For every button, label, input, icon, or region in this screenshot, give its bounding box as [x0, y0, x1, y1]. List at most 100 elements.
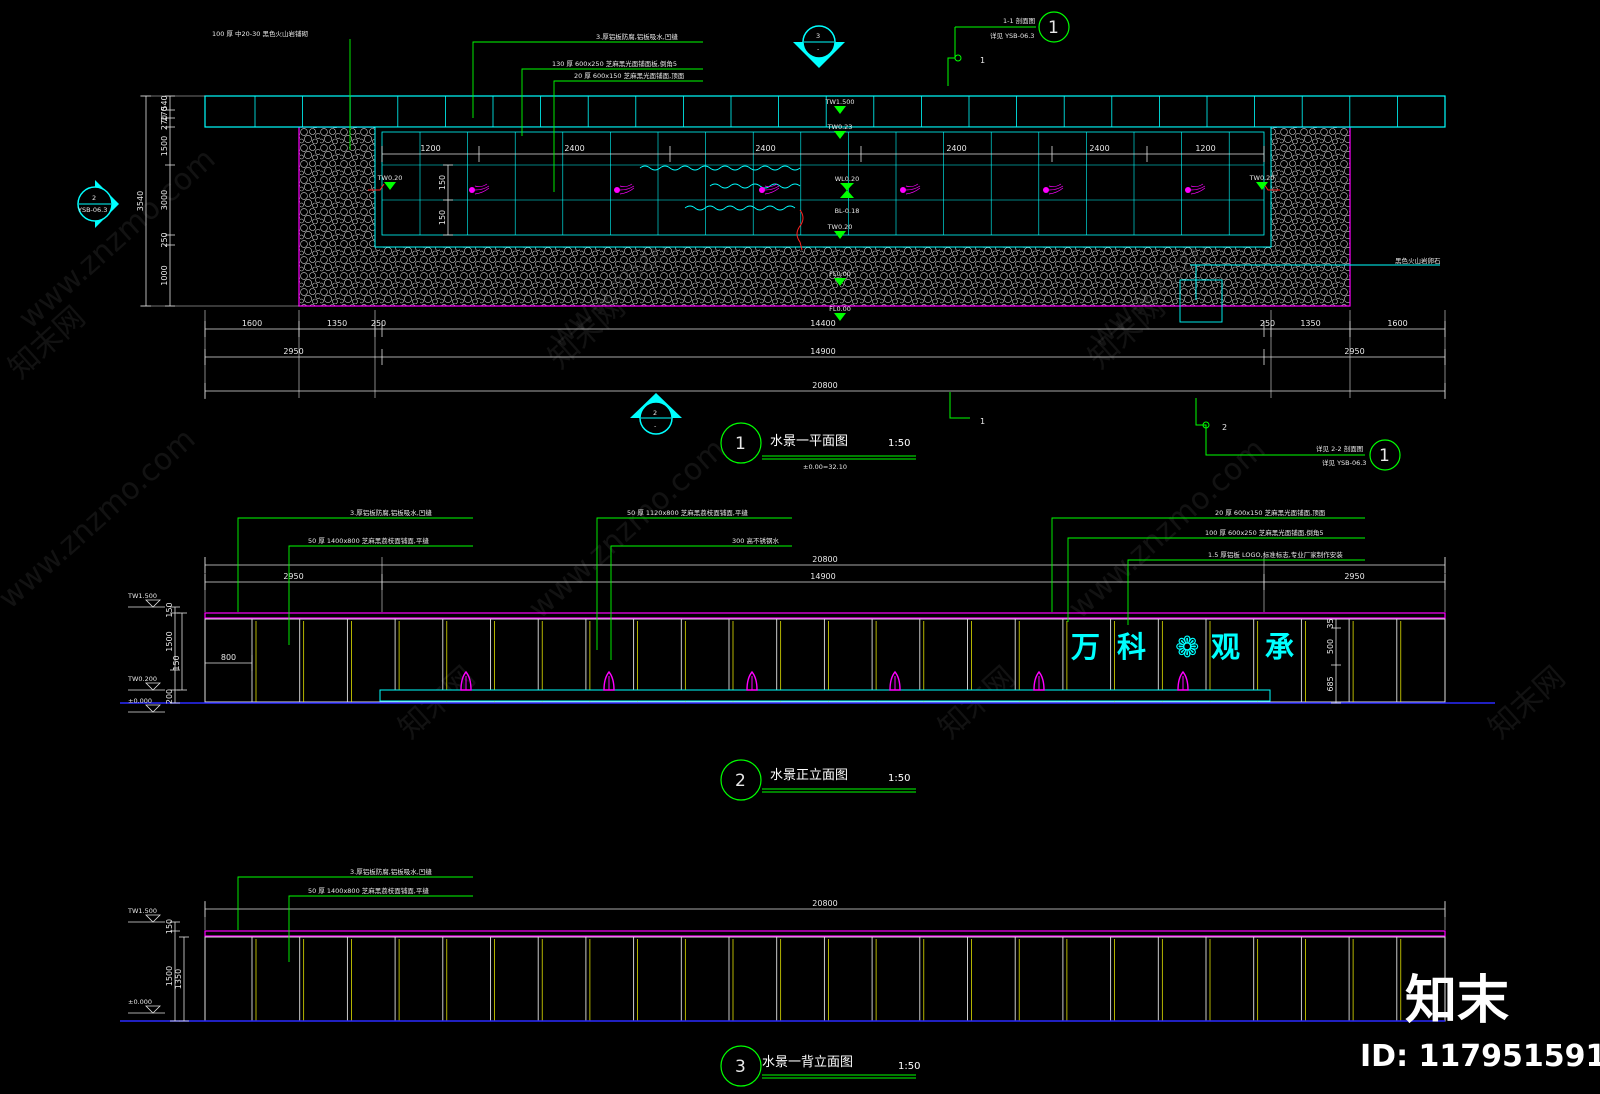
dimension-label: 2400	[946, 144, 966, 153]
dimension-label: 1600	[242, 319, 262, 328]
dimension-label: 1500	[160, 136, 169, 156]
leader-line	[610, 545, 792, 660]
fountain-nozzle	[1185, 187, 1191, 193]
dimension-label: 250	[160, 232, 169, 247]
cut-label: 1	[980, 417, 985, 426]
leader-label: 100 厚 中20-30 黑色火山岩铺砌	[212, 29, 308, 38]
dimension-label: 1350	[1300, 319, 1320, 328]
section-tag-sheet: 详见 YSB-06.3	[1322, 458, 1366, 467]
level-label: BL-0.18	[835, 207, 860, 215]
dimension-label: 1500	[165, 966, 174, 986]
section-tag-number: 1	[1048, 18, 1059, 38]
level-label: WL0.20	[835, 175, 860, 183]
level-triangle	[145, 914, 161, 923]
back-leader-notes: 3.厚铝板防腐,铝板吸水,凹缝 50 厚 1400x800 芝麻黑荔枝面铺面,平缝	[237, 867, 473, 962]
dimension-label: 2400	[755, 144, 775, 153]
wall-cap-strip	[204, 930, 1446, 937]
dimension-label: 14900	[810, 572, 835, 581]
dimension-label: 685	[1326, 676, 1335, 691]
plan-drawing: TW1.500 TW0.23 WL0.20 BL-0.18 TW0.20 FL0.00 FL…	[77, 11, 1446, 471]
front-title-block: 2 水景正立面图 1:50	[720, 759, 916, 801]
leader-label: 50 厚 1400x800 芝麻黑荔枝面铺面,平缝	[308, 536, 429, 545]
dimension-label: 150	[172, 655, 181, 670]
dimension-label: 2950	[1344, 572, 1364, 581]
elevation-symbol-3: 3 -	[793, 25, 845, 68]
logo-character: ❁	[1175, 630, 1199, 664]
dimension-label: 2400	[1089, 144, 1109, 153]
logo-character: 科	[1117, 630, 1146, 664]
back-title-block: 3 水景一背立面图 1:50	[720, 1045, 920, 1087]
dimension-label: 1200	[1195, 144, 1215, 153]
level-label: TW0.20	[1249, 174, 1275, 182]
level-triangle	[145, 599, 161, 608]
dimension-label: 270	[160, 115, 169, 130]
drawing-title: 水景正立面图	[770, 768, 848, 783]
water-basin	[374, 126, 1272, 248]
dimension-label: 20800	[812, 381, 837, 390]
drawing-number: 2	[735, 771, 746, 791]
dimension-label: 1350	[327, 319, 347, 328]
cut-label: 1	[980, 56, 985, 65]
level-label: TW0.23	[827, 123, 853, 131]
level-triangle	[145, 682, 161, 691]
dimension-label: 150	[438, 175, 447, 190]
wall-cap-strip	[204, 612, 1446, 619]
back-level-markers: TW1.500 ±0.000	[127, 907, 165, 1014]
cut-line-1: 1	[949, 392, 985, 426]
dimension-label: 500	[1326, 639, 1335, 654]
stone-note: 黑色火山岩卵石	[1395, 256, 1441, 265]
dimension-label: 14400	[810, 319, 835, 328]
fountain-nozzle	[1043, 187, 1049, 193]
leader-label: 3.厚铝板防腐,铝板吸水,凹缝	[596, 32, 678, 41]
level-label: FL0.00	[829, 270, 851, 278]
back-panel-joints	[251, 937, 1402, 1021]
section-tag-sheet: 详见 YSB-06.3	[990, 31, 1034, 40]
dimension-label: 200	[165, 689, 174, 704]
elevation-number: 2	[92, 194, 96, 202]
level-triangle	[145, 704, 161, 713]
elevation-number: 2	[653, 409, 657, 417]
section-tag-1-1: 1 1-1 剖面图 详见 YSB-06.3 1	[947, 11, 1070, 86]
leader-line	[1127, 559, 1365, 625]
dimension-label: 3000	[160, 190, 169, 210]
logo-character: 观	[1211, 630, 1240, 664]
leader-label: 100 厚 600x250 芝麻黑光面铺面,倒角5	[1205, 528, 1323, 537]
dimension-label: 150	[165, 602, 174, 617]
drawing-scale: 1:50	[898, 1061, 920, 1072]
leader-label: 50 厚 1400x800 芝麻黑荔枝面铺面,平缝	[308, 886, 429, 895]
dimension-label: 1500	[165, 631, 174, 651]
datum-note: ±0.00=32.10	[803, 463, 847, 471]
wall-body	[204, 936, 1446, 1022]
dimension-label: 1200	[420, 144, 440, 153]
cut-label: 2	[1222, 423, 1227, 432]
drawing-title: 水景一平面图	[770, 434, 848, 449]
water-trough	[379, 689, 1271, 702]
dimension-label: 2950	[283, 347, 303, 356]
watermark-cn: 知末网	[1482, 660, 1572, 746]
leader-label: 50 厚 1120x800 芝麻黑荔枝面铺面,平缝	[627, 508, 748, 517]
plan-title-block: 1 水景一平面图 1:50 ±0.00=32.10	[720, 422, 916, 471]
dimension-label: 2950	[1344, 347, 1364, 356]
section-tag-number: 1	[1379, 446, 1390, 466]
dimension-label: 250	[371, 319, 386, 328]
brand-watermark: 知末	[1405, 971, 1509, 1031]
logo-lettering: 万科 ❁ 观承	[1071, 630, 1294, 664]
section-tag-title: 1-1 剖面图	[1003, 16, 1035, 25]
leader-label: 3.厚铝板防腐,铝板吸水,凹缝	[350, 508, 432, 517]
level-label: TW0.20	[377, 174, 403, 182]
level-triangle	[834, 313, 846, 321]
dimension-label: 250	[1260, 319, 1275, 328]
dimension-label: 1000	[160, 265, 169, 285]
level-label: TW0.200	[127, 675, 157, 683]
elevation-symbol-2-bottom: 2 -	[630, 393, 682, 435]
dimension-label: 20800	[812, 899, 837, 908]
back-elevation-drawing: 20800 150 1500 1350 TW1.500 ±0.000 3.厚铝板防腐,铝…	[120, 867, 1446, 1087]
fountain-nozzle	[614, 187, 620, 193]
cad-drawing-canvas: www.znzmo.com www.znzmo.com www.znzmo.co…	[0, 11, 1600, 1087]
dimension-label: 35	[1326, 618, 1335, 628]
level-label: FL0.00	[829, 305, 851, 313]
leader-label: 1.5 厚铝板 LOGO,标准标志,专业厂家制作安装	[1208, 550, 1343, 559]
plan-dimension-lines: 1600 1350 250 14400 250 1350 1600 2950 14900 2950…	[204, 310, 1446, 399]
leader-label: 20 厚 600x150 芝麻黑光面铺面,顶面	[574, 71, 685, 80]
level-label: TW0.20	[827, 223, 853, 231]
